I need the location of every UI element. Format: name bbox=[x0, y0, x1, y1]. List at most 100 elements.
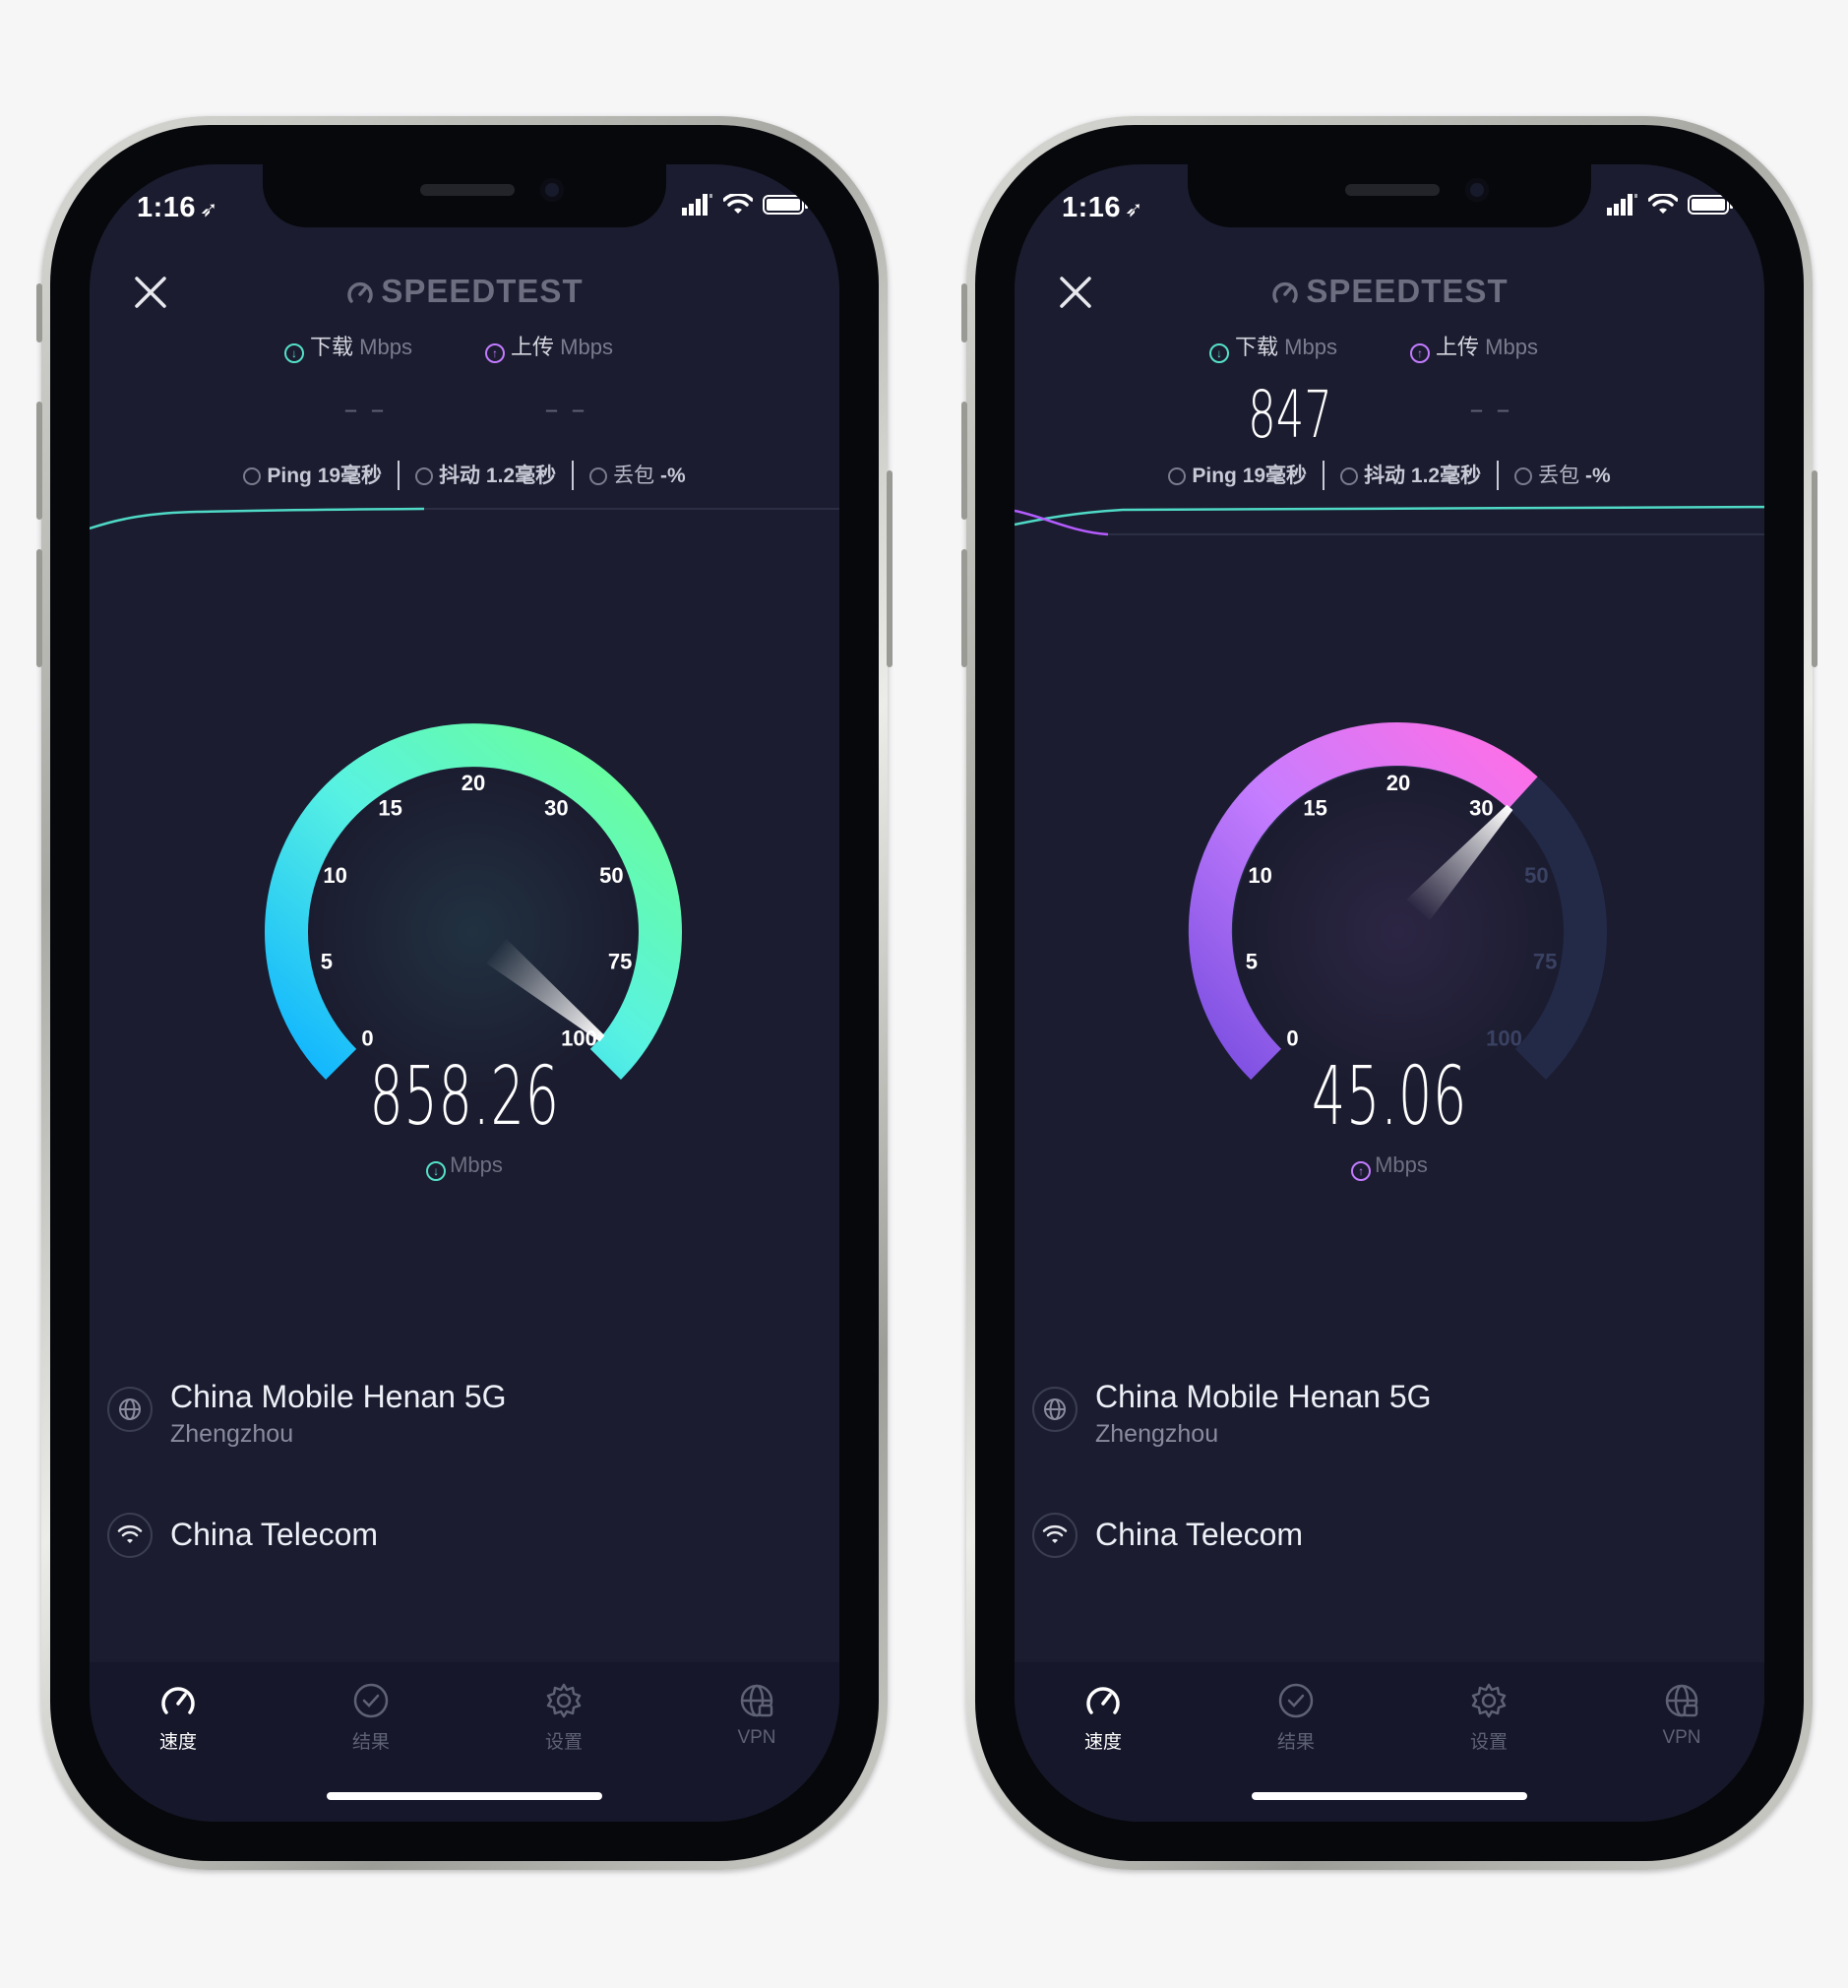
jitter-value: 1.2毫秒 bbox=[1410, 465, 1482, 487]
isp-name: China Telecom bbox=[170, 1517, 379, 1552]
tab-speed[interactable]: 速度 bbox=[119, 1680, 237, 1754]
gauge-tick-label: 75 bbox=[608, 950, 632, 974]
volume-down-button bbox=[36, 549, 42, 667]
stats-row: Ping 19毫秒 抖动 1.2毫秒 丢包 -% bbox=[1015, 460, 1764, 490]
tab-settings[interactable]: 设置 bbox=[505, 1680, 623, 1754]
gauge-tick-label: 75 bbox=[1533, 950, 1557, 974]
gauge-tick-label: 30 bbox=[544, 796, 568, 821]
jitter-value: 1.2毫秒 bbox=[485, 465, 557, 487]
gauge-tick-label: 15 bbox=[378, 796, 401, 821]
power-button bbox=[887, 470, 893, 667]
gauge-tick-label: 100 bbox=[1486, 1026, 1522, 1051]
tab-results[interactable]: 结果 bbox=[312, 1680, 430, 1754]
gauge-tick-label: 30 bbox=[1469, 796, 1493, 821]
stats-row: Ping 19毫秒 抖动 1.2毫秒 丢包 -% bbox=[90, 460, 839, 490]
current-speed: 45.06 bbox=[1311, 1050, 1468, 1144]
gear-icon bbox=[546, 1683, 582, 1718]
server-city: Zhengzhou bbox=[170, 1420, 294, 1448]
speed-history-graph bbox=[90, 507, 839, 530]
jitter-label: 抖动 bbox=[1364, 465, 1406, 487]
download-header: ↓ 下载 Mbps bbox=[1209, 330, 1337, 363]
cellular-signal-icon bbox=[682, 194, 712, 216]
jitter-icon bbox=[1340, 467, 1359, 485]
packet-loss-value: -% bbox=[659, 465, 686, 487]
gauge-tick-label: 20 bbox=[1386, 771, 1410, 795]
packet-loss-icon bbox=[589, 467, 608, 485]
tab-vpn[interactable]: VPN bbox=[698, 1680, 816, 1749]
notch bbox=[263, 164, 666, 227]
silent-switch bbox=[36, 283, 42, 342]
gauge-tick-label: 10 bbox=[1248, 863, 1271, 888]
download-label: 下载 bbox=[1235, 335, 1279, 359]
gauge-tick-label: 0 bbox=[1286, 1026, 1298, 1051]
globe-icon bbox=[107, 1387, 153, 1432]
screen: 1:16 ➶ SPEEDTEST ↓ 下载 Mbps ↑ 上传 Mbps 847 – … bbox=[1015, 164, 1764, 1822]
download-unit: Mbps bbox=[359, 335, 412, 359]
upload-unit: Mbps bbox=[1485, 335, 1538, 359]
packet-loss-label: 丢包 bbox=[613, 465, 655, 487]
home-indicator[interactable] bbox=[1252, 1792, 1527, 1800]
tab-vpn[interactable]: VPN bbox=[1623, 1680, 1741, 1749]
packet-loss-label: 丢包 bbox=[1538, 465, 1580, 487]
upload-arrow-icon: ↑ bbox=[485, 343, 505, 363]
ping-label: Ping bbox=[267, 465, 312, 487]
check-circle-icon bbox=[353, 1683, 389, 1718]
upload-arrow-icon: ↑ bbox=[1351, 1161, 1372, 1181]
upload-label: 上传 bbox=[1436, 335, 1480, 359]
speed-gauge-icon bbox=[1086, 1687, 1120, 1714]
jitter-label: 抖动 bbox=[439, 465, 481, 487]
brand-logo: SPEEDTEST bbox=[90, 273, 839, 310]
packet-loss-value: -% bbox=[1584, 465, 1611, 487]
status-time: 1:16 ➶ bbox=[137, 192, 218, 223]
phone-download-test: 1:16 ➶ SPEEDTEST ↓ 下载 Mbps ↑ 上传 Mbps – – – … bbox=[36, 116, 893, 1870]
silent-switch bbox=[961, 283, 967, 342]
wifi-icon bbox=[1648, 194, 1678, 214]
power-button bbox=[1812, 470, 1817, 667]
cellular-signal-icon bbox=[1607, 194, 1637, 216]
status-time: 1:16 ➶ bbox=[1062, 192, 1143, 223]
speedtest-logo-icon bbox=[1272, 281, 1299, 303]
status-icons bbox=[682, 194, 808, 216]
battery-icon bbox=[763, 195, 808, 215]
screen: 1:16 ➶ SPEEDTEST ↓ 下载 Mbps ↑ 上传 Mbps – – – … bbox=[90, 164, 839, 1822]
vpn-globe-icon bbox=[1665, 1684, 1698, 1717]
upload-header: ↑ 上传 Mbps bbox=[1410, 330, 1538, 363]
isp-name: China Telecom bbox=[1095, 1517, 1304, 1552]
tab-results[interactable]: 结果 bbox=[1237, 1680, 1355, 1754]
tab-bar: 速度 结果 设置 VPN bbox=[90, 1662, 839, 1822]
gauge-tick-label: 0 bbox=[361, 1026, 373, 1051]
speed-unit: ↑ Mbps bbox=[1015, 1152, 1764, 1181]
brand-logo: SPEEDTEST bbox=[1015, 273, 1764, 310]
download-value: 847 bbox=[1248, 377, 1332, 453]
bezel: 1:16 ➶ SPEEDTEST ↓ 下载 Mbps ↑ 上传 Mbps – – – … bbox=[50, 125, 879, 1861]
gauge-tick-label: 10 bbox=[323, 863, 346, 888]
upload-arrow-icon: ↑ bbox=[1410, 343, 1430, 363]
download-arrow-icon: ↓ bbox=[284, 343, 304, 363]
volume-up-button bbox=[961, 402, 967, 520]
download-value: – – bbox=[343, 393, 387, 425]
gauge-tick-label: 50 bbox=[1524, 863, 1548, 888]
wifi-icon bbox=[107, 1513, 153, 1558]
tab-settings[interactable]: 设置 bbox=[1430, 1680, 1548, 1754]
gauge-tick-label: 20 bbox=[462, 771, 485, 795]
bezel: 1:16 ➶ SPEEDTEST ↓ 下载 Mbps ↑ 上传 Mbps 847 – … bbox=[975, 125, 1804, 1861]
ping-icon bbox=[243, 467, 262, 485]
gauge-tick-label: 5 bbox=[1246, 950, 1258, 974]
tab-speed[interactable]: 速度 bbox=[1044, 1680, 1162, 1754]
wifi-icon bbox=[723, 194, 753, 214]
upload-value: – – bbox=[1469, 393, 1512, 425]
download-label: 下载 bbox=[310, 335, 354, 359]
upload-header: ↑ 上传 Mbps bbox=[485, 330, 613, 363]
battery-icon bbox=[1688, 195, 1733, 215]
download-unit: Mbps bbox=[1284, 335, 1337, 359]
home-indicator[interactable] bbox=[327, 1792, 602, 1800]
volume-up-button bbox=[36, 402, 42, 520]
ping-value: 19毫秒 bbox=[1242, 465, 1308, 487]
globe-icon bbox=[1032, 1387, 1078, 1432]
jitter-icon bbox=[415, 467, 434, 485]
location-arrow-icon: ➶ bbox=[200, 197, 218, 221]
check-circle-icon bbox=[1278, 1683, 1314, 1718]
location-arrow-icon: ➶ bbox=[1125, 197, 1143, 221]
phone-upload-test: 1:16 ➶ SPEEDTEST ↓ 下载 Mbps ↑ 上传 Mbps 847 – … bbox=[961, 116, 1817, 1870]
upload-value: – – bbox=[544, 393, 587, 425]
